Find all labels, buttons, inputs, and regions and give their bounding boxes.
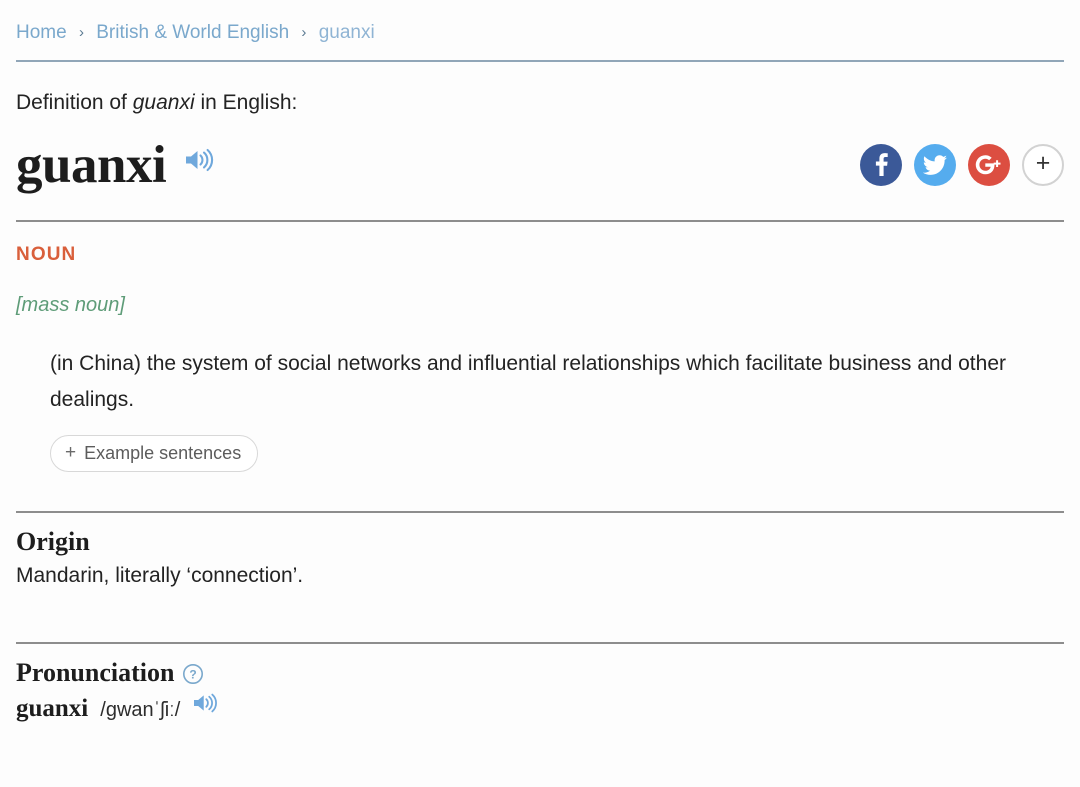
pronunciation-ipa: /gwanˈʃiː/ [100,699,181,721]
definition-of-prefix: Definition of [16,91,133,114]
breadcrumb-separator-icon: › [301,24,307,41]
section-divider [16,220,1064,222]
origin-section: Origin Mandarin, literally ‘connection’. [16,511,1064,591]
svg-text:?: ? [190,668,197,682]
social-share-buttons: + [860,144,1064,186]
part-of-speech-section: NOUN [mass noun] (in China) the system o… [16,220,1064,472]
breadcrumb-item-home[interactable]: Home [16,22,67,43]
plus-icon: + [65,442,77,463]
pronunciation-word: guanxi [16,695,89,722]
definition-of-heading: Definition of guanxi in English: [16,89,1064,117]
speaker-icon[interactable] [192,692,218,714]
headword-row: guanxi + [16,134,1064,196]
section-divider [16,642,1064,644]
breadcrumb-item-british-world-english[interactable]: British & World English [96,22,289,43]
breadcrumb-divider [16,60,1064,62]
definition-of-word: guanxi [132,91,195,114]
example-sentences-button[interactable]: + Example sentences [50,435,259,472]
pronunciation-heading: Pronunciation [16,658,175,687]
breadcrumb-separator-icon: › [78,24,84,41]
example-sentences-label: Example sentences [84,443,242,463]
pronunciation-heading-row: Pronunciation ? [16,658,1064,688]
headword-group: guanxi [16,136,214,194]
section-divider [16,511,1064,513]
dictionary-entry-page: Home › British & World English › guanxi … [0,0,1080,787]
share-more-button[interactable]: + [1022,144,1064,186]
breadcrumb-item-guanxi: guanxi [318,22,375,43]
pronunciation-section: Pronunciation ? guanxi /gwanˈʃiː/ [16,642,1064,723]
pronunciation-line: guanxi /gwanˈʃiː/ [16,692,1064,723]
plus-icon: + [1035,148,1051,177]
share-googleplus-button[interactable] [968,144,1010,186]
origin-heading: Origin [16,527,90,556]
grammar-note: [mass noun] [16,294,125,316]
origin-text: Mandarin, literally ‘connection’. [16,564,304,587]
part-of-speech-label: NOUN [16,244,77,265]
headword: guanxi [16,136,167,194]
sense-block: (in China) the system of social networks… [16,346,1064,472]
share-twitter-button[interactable] [914,144,956,186]
question-mark-circle-icon[interactable]: ? [182,663,204,685]
sense-definition-text: (in China) the system of social networks… [50,352,1006,411]
definition-of-suffix: in English: [194,91,298,114]
share-facebook-button[interactable] [860,144,902,186]
breadcrumb: Home › British & World English › guanxi [16,0,1064,47]
speaker-icon[interactable] [184,147,214,173]
